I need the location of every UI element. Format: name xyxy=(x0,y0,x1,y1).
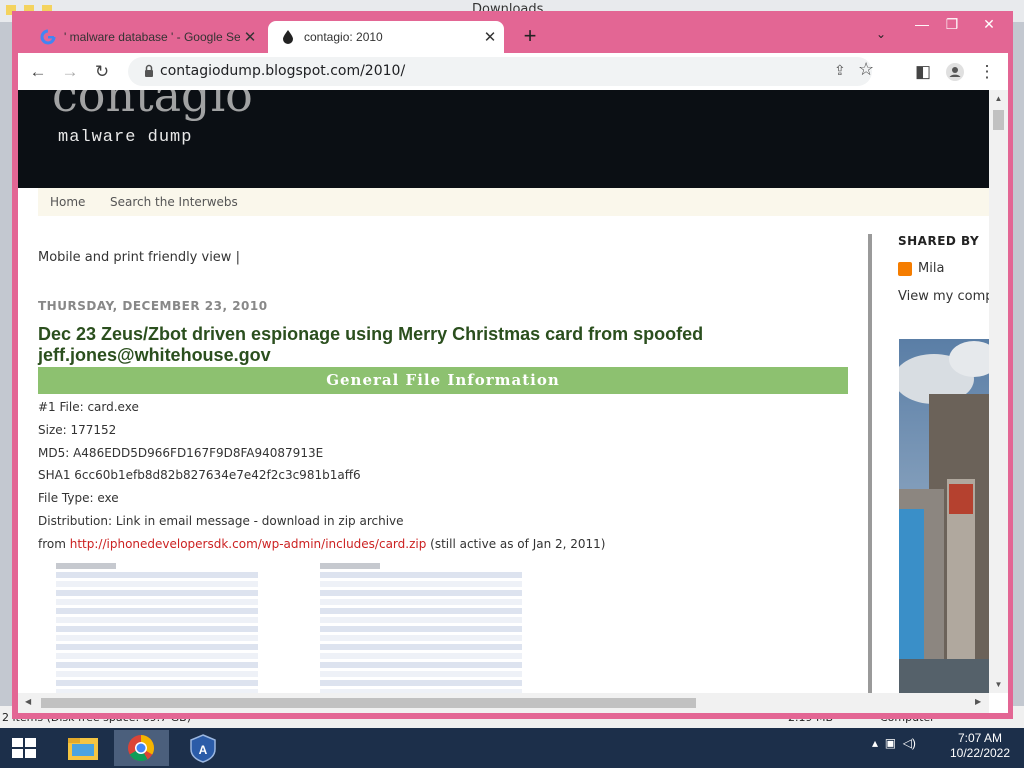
horizontal-scroll-thumb[interactable] xyxy=(41,698,696,708)
vertical-scrollbar[interactable]: ▲ ▼ xyxy=(989,90,1008,693)
nav-search-link[interactable]: Search the Interwebs xyxy=(110,195,238,209)
file-size-line: Size: 177152 xyxy=(38,423,117,437)
taskbar-clock[interactable]: 7:07 AM 10/22/2022 xyxy=(940,731,1020,761)
file-explorer-icon[interactable] xyxy=(56,730,111,766)
blogger-icon xyxy=(898,261,912,276)
clock-time: 7:07 AM xyxy=(957,731,1003,745)
blog-nav: Home Search the Interwebs xyxy=(38,188,989,216)
mobile-view-link[interactable]: Mobile and print friendly view | xyxy=(38,250,240,265)
scroll-right-arrow-icon[interactable]: ▶ xyxy=(975,697,981,706)
file-sha1-line: SHA1 6cc60b1efb8d82b827634e7e42f2c3c981b… xyxy=(38,468,361,482)
scroll-down-arrow-icon[interactable]: ▼ xyxy=(989,680,1008,689)
sidebar: SHARED BY Mila View my comp xyxy=(898,234,989,693)
taskbar: A ▴ ▣ ◁) 7:07 AM 10/22/2022 xyxy=(0,728,1024,768)
forward-arrow-icon[interactable]: → xyxy=(58,60,82,84)
blog-logo[interactable]: contagio xyxy=(52,90,253,122)
more-menu-icon[interactable]: ⋮ xyxy=(975,60,999,84)
lock-icon xyxy=(145,64,153,77)
page-viewport: contagio malware dump Home Search the In… xyxy=(18,90,1008,713)
clock-date: 10/22/2022 xyxy=(949,746,1011,760)
close-tab-icon[interactable]: ✕ xyxy=(240,28,260,46)
browser-window: ' malware database ' - Google Se ✕ conta… xyxy=(12,11,1013,719)
close-window-button[interactable]: ✕ xyxy=(967,14,1011,34)
screenshot-thumbnail[interactable] xyxy=(52,560,262,693)
blog-header: contagio malware dump xyxy=(18,90,989,188)
url-text: contagiodump.blogspot.com/2010/ xyxy=(160,63,406,79)
from-suffix: (still active as of Jan 2, 2011) xyxy=(426,537,606,551)
column-divider xyxy=(868,234,872,693)
defender-icon[interactable]: A xyxy=(176,730,231,766)
back-arrow-icon[interactable]: ← xyxy=(26,60,50,84)
author-link[interactable]: Mila xyxy=(898,261,944,276)
minimize-button[interactable]: — xyxy=(907,14,937,34)
tab-strip: ' malware database ' - Google Se ✕ conta… xyxy=(12,11,1013,53)
contagio-icon xyxy=(283,30,293,44)
blog-description: malware dump xyxy=(58,128,193,147)
browser-toolbar: ← → ↻ contagiodump.blogspot.com/2010/ ⇪ … xyxy=(18,53,1008,90)
sidebar-photo xyxy=(899,339,989,693)
share-icon[interactable]: ⇪ xyxy=(834,62,846,79)
author-name: Mila xyxy=(918,261,945,276)
from-line: from http://iphonedevelopersdk.com/wp-ad… xyxy=(38,537,605,551)
google-g-icon xyxy=(40,29,56,45)
scroll-left-arrow-icon[interactable]: ◀ xyxy=(25,697,31,706)
tab-title: ' malware database ' - Google Se xyxy=(64,30,240,44)
distribution-line: Distribution: Link in email message - do… xyxy=(38,514,404,528)
file-type-line: File Type: exe xyxy=(38,491,119,505)
malware-url-link[interactable]: http://iphonedevelopersdk.com/wp-admin/i… xyxy=(70,537,427,551)
profile-avatar-icon[interactable] xyxy=(943,60,967,84)
vertical-scroll-thumb[interactable] xyxy=(993,110,1004,130)
shared-by-heading: SHARED BY xyxy=(898,234,980,248)
windows-start-icon[interactable] xyxy=(0,730,48,766)
tab-search-chevron-icon[interactable]: ⌄ xyxy=(876,27,886,41)
svg-text:A: A xyxy=(199,743,208,757)
post-title[interactable]: Dec 23 Zeus/Zbot driven espionage using … xyxy=(38,324,798,366)
blog-page: contagio malware dump Home Search the In… xyxy=(18,90,989,693)
tab-google-search[interactable]: ' malware database ' - Google Se ✕ xyxy=(28,21,264,53)
view-profile-link[interactable]: View my comp xyxy=(898,289,989,304)
tab-title: contagio: 2010 xyxy=(304,30,383,44)
maximize-button[interactable]: ❐ xyxy=(937,14,967,34)
side-panel-icon[interactable]: ◧ xyxy=(911,60,935,84)
tab-contagio[interactable]: contagio: 2010 ✕ xyxy=(268,21,504,53)
close-tab-icon[interactable]: ✕ xyxy=(480,28,500,46)
file-name-line: #1 File: card.exe xyxy=(38,400,139,414)
post-date: THURSDAY, DECEMBER 23, 2010 xyxy=(38,299,268,313)
scroll-up-arrow-icon[interactable]: ▲ xyxy=(989,94,1008,103)
bookmark-star-icon[interactable]: ☆ xyxy=(858,59,874,80)
horizontal-scrollbar[interactable]: ◀ ▶ xyxy=(18,693,989,713)
section-header: General File Information xyxy=(38,367,848,394)
new-tab-button[interactable]: + xyxy=(517,23,543,49)
screenshot-thumbnail[interactable] xyxy=(316,560,526,693)
address-bar[interactable]: contagiodump.blogspot.com/2010/ ⇪ ☆ xyxy=(128,57,874,86)
file-md5-line: MD5: A486EDD5D966FD167F9D8FA94087913E xyxy=(38,446,324,460)
nav-home-link[interactable]: Home xyxy=(50,195,85,209)
system-tray-icons[interactable]: ▴ ▣ ◁) xyxy=(872,736,916,750)
post-column: Mobile and print friendly view | THURSDA… xyxy=(38,230,874,693)
from-prefix: from xyxy=(38,537,70,551)
reload-icon[interactable]: ↻ xyxy=(90,60,114,84)
chrome-icon[interactable] xyxy=(114,730,169,766)
